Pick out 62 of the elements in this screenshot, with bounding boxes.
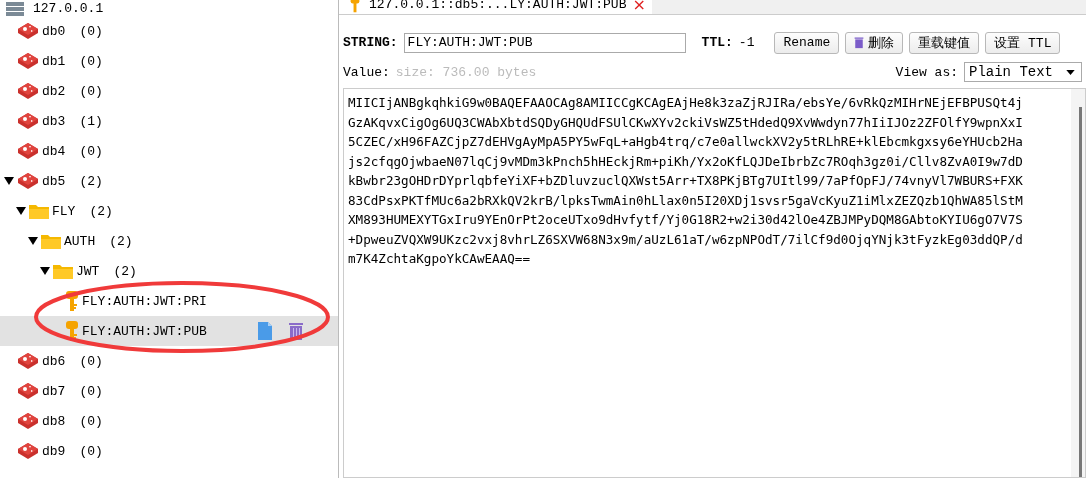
toolbar-button[interactable]: 重载键值: [909, 31, 980, 54]
tree-item[interactable]: db0 (0): [0, 16, 338, 46]
tree-item[interactable]: FLY:AUTH:JWT:PRI: [0, 286, 338, 316]
value-line: MIICIjANBgkqhkiG9w0BAQEFAAOCAg8AMIICCgKCAgEAjHe8k3zaZjRJIRa/ebsYe/6vRkQzMIHrNEjEFBPUSQt4j: [348, 94, 1024, 112]
value-line: m7K4ZchtaKgpoYkCAwEAAQ==: [348, 250, 531, 268]
expand-arrow-icon[interactable]: [28, 236, 38, 246]
value-line: 5CZEC/xH96FAZCjpZ7dEHVgAyMpA5PY5wFqL+aHgb4trq/c7e0allwckXV2y5tRLhRE+klEbcmkgxsy6eYHUcb2Ha: [348, 133, 1024, 151]
toolbar-button[interactable]: 设置 TTL: [985, 31, 1061, 54]
database-icon: [16, 171, 40, 191]
scrollbar-thumb[interactable]: [1079, 107, 1082, 477]
database-icon: [16, 351, 40, 371]
view-as-label: View as:: [895, 64, 958, 80]
tree-item[interactable]: db1 (0): [0, 46, 338, 76]
folder-icon: [52, 262, 74, 280]
database-icon: [16, 141, 40, 161]
delete-icon[interactable]: [288, 321, 304, 341]
value-line: XM893HUMEXYTGxIru9YEnOrPt2oceUTxo9dHvfytf/Yj0G18R2+w2i30d42lOe4ZBJMPyDQM8GAbtoKYIU6gO7V7S: [348, 211, 1024, 229]
database-icon: [16, 411, 40, 431]
server-label[interactable]: 127.0.0.1: [33, 1, 104, 16]
expand-arrow-icon[interactable]: [40, 266, 50, 276]
database-icon: [16, 441, 40, 461]
key-icon: [349, 0, 361, 13]
database-icon: [16, 381, 40, 401]
caret-icon: [1066, 69, 1075, 75]
tree-item[interactable]: FLY:AUTH:JWT:PUB: [0, 316, 338, 346]
tree-item[interactable]: db2 (0): [0, 76, 338, 106]
value-size: size: 736.00 bytes: [395, 64, 537, 80]
value-line: +DpweuZVQXW9UKzc2vxj8vhrLZ6SXVW68N3x9m/aUzL61aT/w6zpNPOdT/7ilCf9d0OjqYNjk3tFyzkEg03ddQP/d: [348, 230, 1024, 249]
tree-item[interactable]: FLY (2): [0, 196, 338, 226]
value-line: js2cfqgOjwbaeN07lqCj9vMDm3kPnch5hHEckjRm+piKh/Yx2oKfLQJDeIbrbZc7ROqh3gz0i/Cllv8ZvA0I9w7dD: [348, 152, 1024, 171]
folder-icon: [28, 202, 50, 220]
tree-item[interactable]: db3 (1): [0, 106, 338, 136]
tree-item[interactable]: db9 (0): [0, 436, 338, 466]
value-line: kBwbr23gOHDrDYprlqbfeYiXF+bZDluvzuclQXWst5Arr+TX8PKjBTg7UItl99/7aPfOpFJ/74vnyVl7WBURS+FXK: [348, 172, 1024, 190]
tree-item[interactable]: db7 (0): [0, 376, 338, 406]
value-editor[interactable]: [343, 88, 1086, 478]
database-icon: [16, 21, 40, 41]
ttl-label: TTL:: [701, 35, 733, 51]
type-label: STRING:: [343, 35, 398, 51]
folder-icon: [40, 232, 62, 250]
expand-arrow-icon[interactable]: [4, 176, 14, 186]
tree-item[interactable]: db4 (0): [0, 136, 338, 166]
tree-item[interactable]: AUTH (2): [0, 226, 338, 256]
database-icon: [16, 81, 40, 101]
tree-item[interactable]: db8 (0): [0, 406, 338, 436]
key-icon: [64, 290, 80, 312]
view-as-dropdown[interactable]: Plain Text: [964, 62, 1082, 83]
server-icon: [5, 2, 25, 16]
database-icon: [16, 111, 40, 131]
database-icon: [16, 51, 40, 71]
tree-item[interactable]: db6 (0): [0, 346, 338, 376]
value-line: GzAKqvxCigOg6UQ3CWAbXbtdSQDyGHQUdFSUlCKwXYv2ckiVsWZ5tHdedQ9XvWwdyn77hIiIJOz2ZFOlfY9wpnXxI: [348, 113, 1024, 132]
tree-item[interactable]: db5 (2): [0, 166, 338, 196]
tree-item[interactable]: JWT (2): [0, 256, 338, 286]
toolbar-button[interactable]: 删除: [845, 31, 904, 54]
ttl-value: -1: [738, 35, 755, 51]
expand-arrow-icon[interactable]: [16, 206, 26, 216]
close-button[interactable]: ×: [632, 0, 646, 11]
value-line: 83CdPsxPKTfMUc6a2bRXkQV2krB/lpksTwmAin0hLlax0n5I20XDj1svsr5gaVcKyuZ1iMlxZEZQzb1QhWA85lStM: [348, 191, 1024, 210]
key-name-field[interactable]: FLY:AUTH:JWT:PUB: [403, 32, 686, 53]
value-label: Value:: [343, 64, 390, 80]
toolbar-button[interactable]: Rename: [774, 31, 840, 54]
